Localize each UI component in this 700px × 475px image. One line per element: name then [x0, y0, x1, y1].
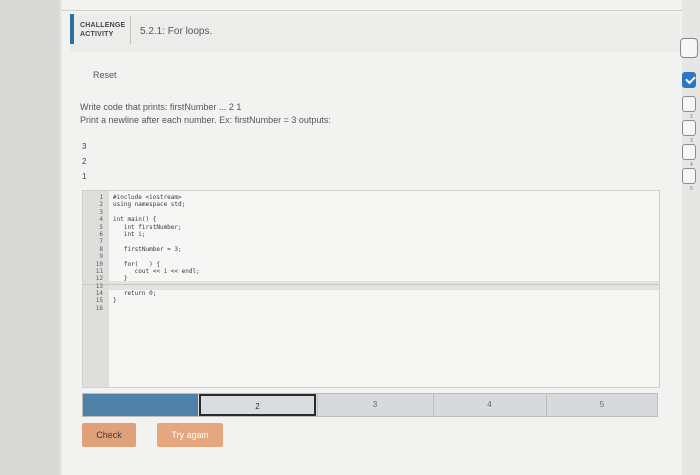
top-divider [62, 10, 682, 11]
level-segment-2-current[interactable]: 2 [199, 394, 316, 416]
line-number: 7 [99, 238, 103, 246]
code-line: 13 [83, 283, 659, 290]
line-number: 15 [95, 297, 103, 305]
instruction-line-2: Print a newline after each number. Ex: f… [80, 115, 331, 125]
activity-title: 5.2.1: For loops. [140, 26, 213, 37]
code-line: 11 cout << i << endl; [83, 268, 659, 275]
level-3-icon[interactable] [682, 120, 696, 136]
left-margin [0, 0, 60, 475]
level-5-icon[interactable] [682, 168, 696, 184]
code-line: 16 [83, 305, 659, 312]
line-number: 6 [99, 230, 103, 238]
try-again-button[interactable]: Try again [157, 423, 223, 447]
code-line: 15} [83, 297, 659, 304]
instruction-line-1: Write code that prints: firstNumber ... … [80, 102, 242, 112]
code-line: 8 firstNumber = 3; [83, 246, 659, 253]
level-segment-1[interactable] [83, 394, 198, 416]
code-line: 6 int i; [83, 231, 659, 238]
code-line: 7 [83, 238, 659, 245]
code-line-text: for( ) { [113, 260, 160, 268]
code-line: 3 [83, 209, 659, 216]
code-line-text: int i; [113, 230, 146, 238]
line-number: 4 [99, 216, 103, 224]
code-line-text: firstNumber = 3; [113, 245, 182, 253]
level-1-complete-icon[interactable] [682, 72, 696, 88]
code-line: 5 int firstNumber; [83, 224, 659, 231]
code-line: 10 for( ) { [83, 261, 659, 268]
code-line-text: int firstNumber; [113, 223, 182, 231]
code-line-text: } [113, 297, 117, 305]
code-text-area[interactable]: 1 #include <iostream> 2 using namespace std… [83, 194, 659, 312]
level-segment-5[interactable]: 5 [546, 394, 657, 416]
activity-type-label: CHALLENGE ACTIVITY [80, 22, 126, 38]
level-number: 5 [690, 186, 693, 192]
code-line-text: return 0; [113, 290, 157, 298]
code-line: 1 #include <iostream> [83, 194, 659, 201]
line-number: 3 [99, 208, 103, 216]
code-line: 12 } [83, 275, 659, 282]
level-4-icon[interactable] [682, 144, 696, 160]
code-line: 9 [83, 253, 659, 260]
code-line-text: cout << i << endl; [113, 267, 200, 275]
activity-completion-icon [680, 38, 698, 58]
level-segment-4[interactable]: 4 [433, 394, 545, 416]
check-button[interactable]: Check [82, 423, 136, 447]
line-number: 13 [95, 282, 103, 290]
code-line: 14 return 0; [83, 290, 659, 297]
code-line-text: using namespace std; [113, 201, 186, 209]
header-divider [130, 16, 131, 44]
line-number: 2 [99, 201, 103, 209]
header-accent-bar [70, 14, 74, 44]
example-output-line: 3 [82, 142, 87, 151]
line-number: 12 [95, 275, 103, 283]
level-segment-3[interactable]: 3 [317, 394, 432, 416]
line-number: 1 [99, 194, 103, 201]
reset-button[interactable]: Reset [93, 70, 117, 80]
line-number: 9 [99, 253, 103, 261]
line-number: 8 [99, 245, 103, 253]
code-line-text: #include <iostream> [113, 194, 182, 201]
line-number: 5 [99, 223, 103, 231]
line-number: 14 [95, 290, 103, 298]
code-line: 2 using namespace std; [83, 201, 659, 208]
code-line-text: } [113, 275, 128, 283]
level-2-icon[interactable] [682, 96, 696, 112]
line-number: 11 [95, 267, 103, 275]
line-number: 10 [95, 260, 103, 268]
code-line-text: int main() { [113, 216, 157, 224]
example-output-line: 2 [82, 157, 87, 166]
example-output-line: 1 [82, 172, 87, 181]
level-progress-bar: 2 3 4 5 [82, 393, 658, 417]
line-number: 16 [95, 304, 103, 312]
code-editor[interactable]: 1 #include <iostream> 2 using namespace std… [82, 190, 660, 388]
code-line: 4 int main() { [83, 216, 659, 223]
